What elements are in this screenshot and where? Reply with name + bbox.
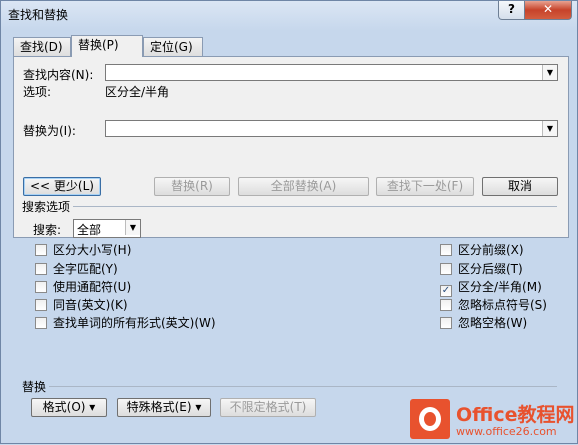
search-options-divider [73, 206, 557, 207]
search-direction-select[interactable]: 全部 ▼ [73, 219, 141, 238]
whole-word-label: 全字匹配(Y) [53, 262, 118, 276]
match-suffix-checkbox[interactable]: 区分后缀(T) [440, 260, 523, 276]
checkbox-icon[interactable] [35, 244, 47, 256]
replace-panel: 查找内容(N): ▼ 选项: 区分全/半角 替换为(I): ▼ << 更少(L)… [13, 56, 569, 238]
find-replace-dialog: 查找和替换 ? ✕ 查找(D) 替换(P) 定位(G) 查找内容(N): ▼ 选… [0, 0, 578, 444]
all-word-forms-label: 查找单词的所有形式(英文)(W) [53, 316, 216, 330]
less-button[interactable]: << 更少(L) [23, 177, 101, 196]
office-logo-icon [410, 399, 450, 439]
sounds-like-label: 同音(英文)(K) [53, 298, 128, 312]
find-input[interactable]: ▼ [105, 64, 558, 81]
dialog-title: 查找和替换 [8, 8, 69, 22]
match-case-checkbox[interactable]: 区分大小写(H) [35, 241, 131, 257]
replace-all-button[interactable]: 全部替换(A) [238, 177, 369, 196]
match-case-label: 区分大小写(H) [53, 243, 132, 257]
ignore-punctuation-checkbox[interactable]: 忽略标点符号(S) [440, 296, 547, 312]
whole-word-checkbox[interactable]: 全字匹配(Y) [35, 260, 118, 276]
ignore-punctuation-label: 忽略标点符号(S) [458, 298, 547, 312]
options-label: 选项: [23, 85, 52, 99]
close-button[interactable]: ✕ [524, 1, 572, 20]
checkbox-icon[interactable] [440, 317, 452, 329]
wildcards-checkbox[interactable]: 使用通配符(U) [35, 278, 131, 294]
options-value: 区分全/半角 [105, 85, 170, 99]
checkbox-icon[interactable] [35, 281, 47, 293]
find-label: 查找内容(N): [23, 68, 94, 82]
checkbox-icon[interactable] [440, 244, 452, 256]
ignore-space-label: 忽略空格(W) [458, 316, 528, 330]
help-button[interactable]: ? [498, 1, 525, 20]
checkbox-icon[interactable] [35, 263, 47, 275]
match-prefix-checkbox[interactable]: 区分前缀(X) [440, 241, 524, 257]
find-dropdown-icon[interactable]: ▼ [542, 65, 557, 80]
search-label: 搜索: [33, 223, 62, 237]
watermark-url: www.office26.com [456, 425, 557, 438]
search-direction-value: 全部 [77, 223, 102, 237]
watermark-logo: Office教程网 www.office26.com [410, 397, 578, 445]
match-suffix-label: 区分后缀(T) [458, 262, 523, 276]
checkbox-icon[interactable] [440, 299, 452, 311]
cancel-button[interactable]: 取消 [482, 177, 558, 196]
replace-section-divider [49, 386, 557, 387]
checkbox-icon[interactable] [35, 299, 47, 311]
checkbox-icon[interactable] [440, 263, 452, 275]
sounds-like-checkbox[interactable]: 同音(英文)(K) [35, 296, 128, 312]
all-word-forms-checkbox[interactable]: 查找单词的所有形式(英文)(W) [35, 314, 216, 330]
find-next-button[interactable]: 查找下一处(F) [376, 177, 474, 196]
replace-button[interactable]: 替换(R) [154, 177, 230, 196]
ignore-space-checkbox[interactable]: 忽略空格(W) [440, 314, 527, 330]
replace-input[interactable]: ▼ [105, 120, 558, 137]
tab-goto[interactable]: 定位(G) [143, 37, 203, 56]
full-half-width-label: 区分全/半角(M) [458, 280, 542, 294]
full-half-width-checkbox[interactable]: ✓ 区分全/半角(M) [440, 278, 542, 297]
watermark-title: Office教程网 [456, 404, 575, 426]
match-prefix-label: 区分前缀(X) [458, 243, 524, 257]
replace-dropdown-icon[interactable]: ▼ [542, 121, 557, 136]
search-direction-dropdown-icon[interactable]: ▼ [125, 220, 140, 235]
special-format-button[interactable]: 特殊格式(E) ▾ [117, 398, 211, 417]
replace-label: 替换为(I): [23, 124, 76, 138]
replace-section-heading: 替换 [22, 380, 47, 394]
checkbox-icon[interactable] [35, 317, 47, 329]
search-options-heading: 搜索选项 [22, 200, 71, 214]
title-bar: 查找和替换 ? ✕ [1, 1, 577, 27]
tab-find[interactable]: 查找(D) [13, 37, 71, 56]
tab-replace[interactable]: 替换(P) [71, 35, 143, 57]
format-button[interactable]: 格式(O) ▾ [31, 398, 107, 417]
no-format-button[interactable]: 不限定格式(T) [220, 398, 316, 417]
wildcards-label: 使用通配符(U) [53, 280, 132, 294]
